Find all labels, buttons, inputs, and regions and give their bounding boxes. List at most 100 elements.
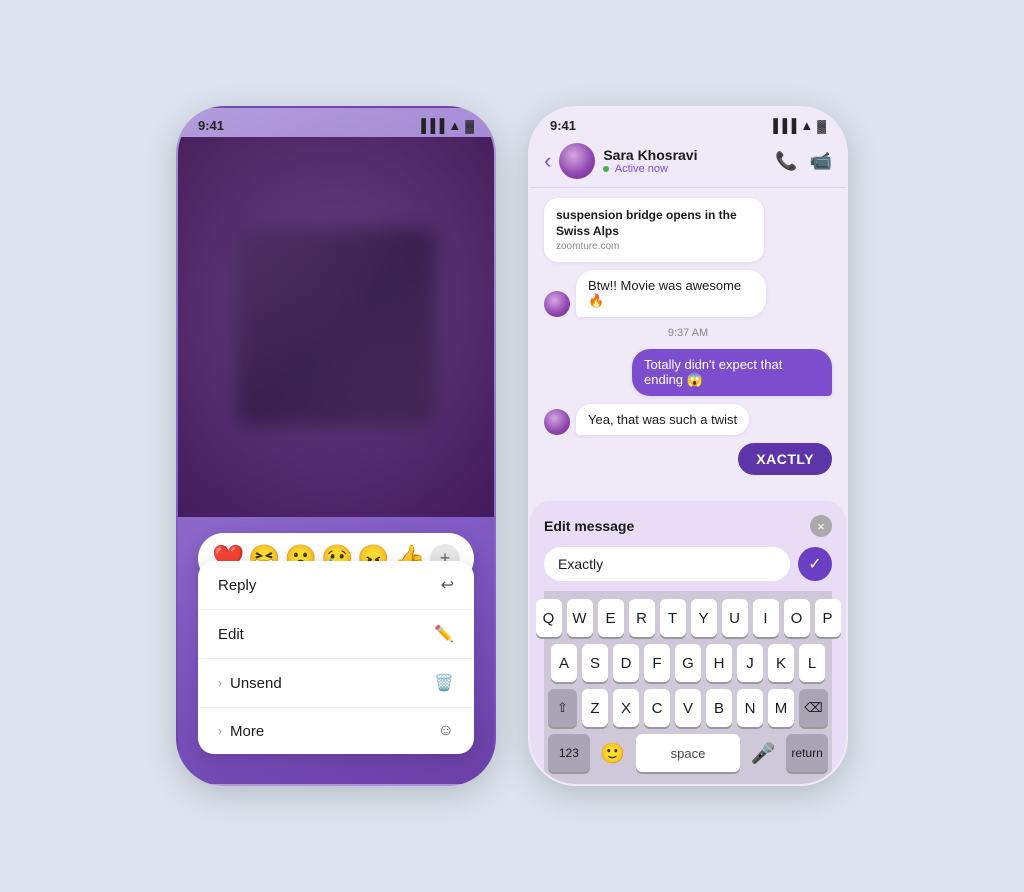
key-n[interactable]: N — [737, 689, 763, 727]
keyboard-bottom-row: 123 🙂 space 🎤 return — [548, 734, 828, 780]
key-m[interactable]: M — [768, 689, 794, 727]
video-call-icon[interactable]: 📹 — [810, 151, 832, 172]
right-status-bar: 9:41 ▐▐▐ ▲ ▓ — [530, 108, 846, 137]
key-w[interactable]: W — [567, 599, 593, 637]
unsend-icon: 🗑️ — [434, 673, 454, 693]
keyboard-row-1: Q W E R T Y U I O P — [548, 599, 828, 637]
mic-icon[interactable]: 🎤 — [745, 735, 781, 771]
left-time: 9:41 — [198, 118, 224, 133]
contact-status: Active now — [603, 163, 767, 175]
chat-header: ‹ Sara Khosravi Active now 📞 📹 — [530, 137, 846, 188]
key-b[interactable]: B — [706, 689, 732, 727]
bubble-avatar-2 — [544, 409, 570, 435]
key-q[interactable]: Q — [536, 599, 562, 637]
incoming-movie-bubble: Btw!! Movie was awesome 🔥 — [576, 270, 766, 317]
chat-messages: suspension bridge opens in the Swiss Alp… — [530, 188, 846, 478]
unsend-chevron: › — [218, 676, 222, 690]
left-status-bar: 9:41 ▐▐▐ ▲ ▓ — [178, 108, 494, 137]
edit-message-panel: Edit message × ✓ Q W E R T Y U I O P — [530, 501, 846, 784]
battery-icon: ▓ — [465, 119, 474, 133]
key-o[interactable]: O — [784, 599, 810, 637]
header-info: Sara Khosravi Active now — [603, 147, 767, 175]
unsend-menu-item[interactable]: › Unsend 🗑️ — [198, 659, 474, 708]
key-z[interactable]: Z — [582, 689, 608, 727]
key-u[interactable]: U — [722, 599, 748, 637]
incoming-twist-row: Yea, that was such a twist — [544, 404, 832, 435]
more-label: More — [230, 723, 264, 740]
outgoing-ending-bubble: Totally didn't expect that ending 😱 — [632, 349, 832, 396]
edit-panel-header: Edit message × — [544, 515, 832, 537]
blurred-photo — [236, 227, 436, 427]
edit-input-row: ✓ — [544, 547, 832, 581]
right-signal-icon: ▐▐▐ — [769, 118, 797, 133]
contact-avatar — [559, 143, 595, 179]
more-menu-item[interactable]: › More ☺ — [198, 708, 474, 754]
more-chevron: › — [218, 724, 222, 738]
context-menu: Reply ↩ Edit ✏️ › Unsend 🗑️ › More ☺ — [198, 561, 474, 754]
xactly-bubble-right: XACTLY — [738, 443, 832, 475]
link-url: zoomture.com — [556, 241, 752, 252]
right-status-icons: ▐▐▐ ▲ ▓ — [769, 118, 826, 133]
emoji-keyboard-icon[interactable]: 🙂 — [595, 735, 631, 771]
close-edit-button[interactable]: × — [810, 515, 832, 537]
reply-icon: ↩ — [441, 575, 454, 595]
keyboard: Q W E R T Y U I O P A S D F G H J K — [544, 591, 832, 784]
keyboard-row-3: ⇧ Z X C V B N M ⌫ — [548, 689, 828, 727]
left-status-icons: ▐▐▐ ▲ ▓ — [417, 118, 474, 133]
key-c[interactable]: C — [644, 689, 670, 727]
key-r[interactable]: R — [629, 599, 655, 637]
bubble-avatar — [544, 291, 570, 317]
key-x[interactable]: X — [613, 689, 639, 727]
wifi-icon: ▲ — [448, 118, 461, 133]
reply-menu-item[interactable]: Reply ↩ — [198, 561, 474, 610]
signal-icon: ▐▐▐ — [417, 118, 445, 133]
right-battery-icon: ▓ — [817, 119, 826, 133]
link-preview-bubble: suspension bridge opens in the Swiss Alp… — [544, 198, 764, 262]
key-h[interactable]: H — [706, 644, 732, 682]
return-key[interactable]: return — [786, 734, 828, 772]
space-key[interactable]: space — [636, 734, 740, 772]
unsend-label: Unsend — [230, 675, 282, 692]
right-wifi-icon: ▲ — [800, 118, 813, 133]
contact-name: Sara Khosravi — [603, 147, 767, 163]
key-s[interactable]: S — [582, 644, 608, 682]
edit-panel-title: Edit message — [544, 518, 634, 534]
time-label: 9:37 AM — [544, 327, 832, 339]
edit-message-input[interactable] — [544, 547, 790, 581]
key-d[interactable]: D — [613, 644, 639, 682]
key-v[interactable]: V — [675, 689, 701, 727]
link-title: suspension bridge opens in the Swiss Alp… — [556, 208, 752, 239]
online-indicator — [603, 166, 609, 172]
left-phone: 9:41 ▐▐▐ ▲ ▓ ❤️ 😆 😮 😢 😠 👍 + XACTLY Reply… — [176, 106, 496, 786]
key-j[interactable]: J — [737, 644, 763, 682]
key-g[interactable]: G — [675, 644, 701, 682]
edit-label: Edit — [218, 626, 244, 643]
key-i[interactable]: I — [753, 599, 779, 637]
key-y[interactable]: Y — [691, 599, 717, 637]
numbers-key[interactable]: 123 — [548, 734, 590, 772]
key-p[interactable]: P — [815, 599, 841, 637]
incoming-twist-bubble: Yea, that was such a twist — [576, 404, 749, 435]
key-a[interactable]: A — [551, 644, 577, 682]
reply-label: Reply — [218, 577, 256, 594]
key-f[interactable]: F — [644, 644, 670, 682]
shift-key[interactable]: ⇧ — [548, 689, 577, 727]
edit-icon: ✏️ — [434, 624, 454, 644]
back-button[interactable]: ‹ — [544, 148, 551, 174]
key-t[interactable]: T — [660, 599, 686, 637]
send-edit-button[interactable]: ✓ — [798, 547, 832, 581]
avatar-image — [559, 143, 595, 179]
blurred-background — [178, 137, 494, 517]
edit-menu-item[interactable]: Edit ✏️ — [198, 610, 474, 659]
backspace-key[interactable]: ⌫ — [799, 689, 828, 727]
header-actions: 📞 📹 — [775, 151, 832, 172]
key-l[interactable]: L — [799, 644, 825, 682]
key-k[interactable]: K — [768, 644, 794, 682]
phone-call-icon[interactable]: 📞 — [775, 151, 797, 172]
keyboard-row-2: A S D F G H J K L — [548, 644, 828, 682]
more-icon: ☺ — [438, 722, 454, 740]
right-phone: 9:41 ▐▐▐ ▲ ▓ ‹ Sara Khosravi Active now … — [528, 106, 848, 786]
key-e[interactable]: E — [598, 599, 624, 637]
incoming-movie-row: Btw!! Movie was awesome 🔥 — [544, 270, 832, 317]
right-time: 9:41 — [550, 118, 576, 133]
